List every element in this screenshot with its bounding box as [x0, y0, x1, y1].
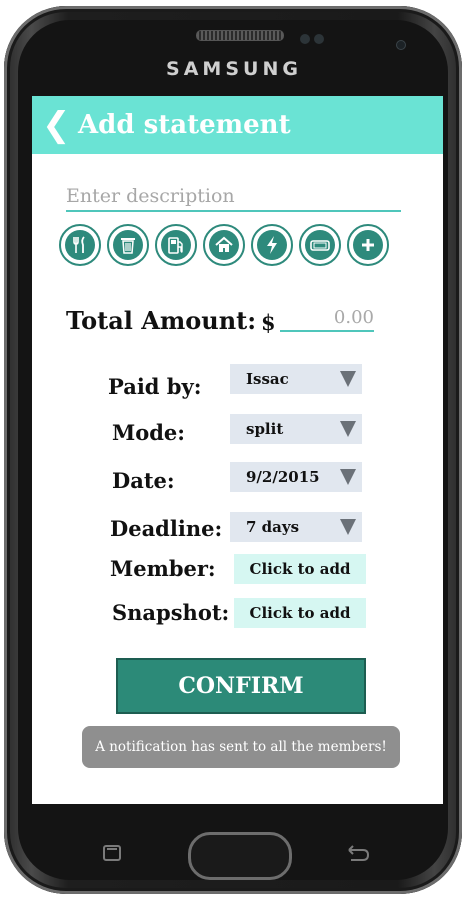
chevron-down-icon	[340, 421, 356, 437]
add-snapshot-button[interactable]: Click to add	[234, 598, 366, 628]
proximity-sensor	[300, 34, 310, 44]
member-label: Member:	[110, 556, 216, 581]
category-fuel-button[interactable]	[155, 224, 197, 266]
gas-pump-icon	[168, 237, 183, 254]
date-select[interactable]: 9/2/2015	[230, 462, 362, 492]
total-amount-input[interactable]	[280, 304, 374, 332]
total-amount-label: Total Amount:	[66, 306, 257, 335]
light-sensor	[314, 34, 324, 44]
deadline-value: 7 days	[246, 518, 300, 536]
trash-icon	[121, 238, 135, 254]
house-icon	[215, 236, 233, 252]
category-icon-row	[59, 224, 399, 268]
app-screen: ❮ Add statement Enter description Total …	[32, 96, 443, 804]
currency-symbol: $	[261, 310, 276, 335]
deadline-label: Deadline:	[110, 516, 223, 541]
date-label: Date:	[112, 468, 175, 493]
mode-select[interactable]: split	[230, 414, 362, 444]
description-input[interactable]	[66, 182, 401, 212]
plus-icon	[362, 239, 374, 251]
category-home-button[interactable]	[203, 224, 245, 266]
ticket-icon	[310, 240, 330, 251]
snapshot-label: Snapshot:	[112, 600, 230, 625]
mode-value: split	[246, 420, 284, 438]
chevron-left-icon[interactable]: ❮	[42, 108, 71, 142]
category-ticket-button[interactable]	[299, 224, 341, 266]
back-key-icon[interactable]	[345, 844, 371, 862]
lightning-icon	[267, 236, 277, 254]
mode-label: Mode:	[112, 420, 186, 445]
category-food-button[interactable]	[59, 224, 101, 266]
deadline-select[interactable]: 7 days	[230, 512, 362, 542]
chevron-down-icon	[340, 469, 356, 485]
category-add-button[interactable]	[347, 224, 389, 266]
chevron-down-icon	[340, 519, 356, 535]
category-electricity-button[interactable]	[251, 224, 293, 266]
notification-toast: A notification has sent to all the membe…	[82, 726, 400, 768]
paid-by-select[interactable]: Issac	[230, 364, 362, 394]
fork-knife-icon	[73, 236, 85, 253]
add-member-button[interactable]: Click to add	[234, 554, 366, 584]
confirm-button[interactable]: CONFIRM	[116, 658, 366, 714]
page-title: Add statement	[78, 110, 291, 140]
paid-by-label: Paid by:	[108, 374, 202, 399]
earpiece-speaker	[196, 30, 284, 41]
app-bar: ❮ Add statement	[32, 96, 443, 154]
device-brand: SAMSUNG	[166, 58, 302, 80]
chevron-down-icon	[340, 371, 356, 387]
front-camera	[396, 40, 406, 50]
recent-apps-icon[interactable]	[100, 844, 124, 862]
date-value: 9/2/2015	[246, 468, 320, 486]
category-trash-button[interactable]	[107, 224, 149, 266]
home-button[interactable]	[188, 832, 292, 880]
paid-by-value: Issac	[246, 370, 289, 388]
